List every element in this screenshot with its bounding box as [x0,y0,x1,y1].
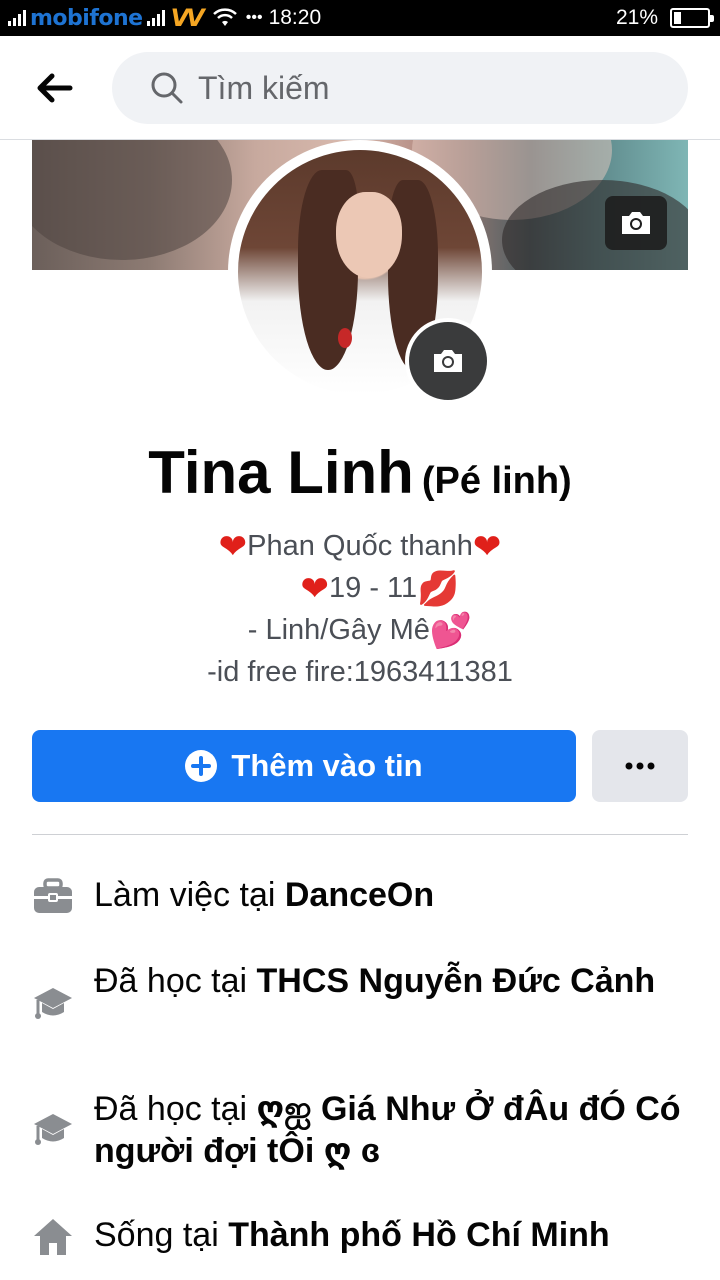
heart-emoji: ❤ [300,569,330,609]
add-to-story-label: Thêm vào tin [231,748,423,783]
wifi-icon [212,8,237,26]
search-input[interactable] [198,69,598,107]
profile-name: Tina Linh [148,439,414,506]
bio-line-1: ❤Phan Quốc thanh❤ [0,526,720,568]
heart-emoji: ❤ [472,527,502,567]
bio-text-2: 19 - 11 [329,572,418,604]
signal-icon [8,10,26,26]
battery-fill [674,12,681,24]
kiss-emoji: 💋 [417,569,460,609]
heart-emoji: ❤ [218,527,248,567]
bio-line-4: -id free fire:1963411381 [207,656,513,688]
profile-bio: ❤Phan Quốc thanh❤ ❤19 - 11💋 - Linh/Gây M… [0,526,720,693]
detail-lives-in: Sống tại Thành phố Hồ Chí Minh [32,1214,692,1258]
detail-education-1: Đã học tại THCS Nguyễn Đức Cảnh [32,960,692,1024]
more-dots-icon [625,762,655,770]
battery-icon [670,8,714,28]
profile-name-row: Tina Linh (Pé linh) [0,438,720,507]
add-to-story-button[interactable]: Thêm vào tin [32,730,576,802]
section-divider [32,834,688,835]
more-options-button[interactable] [592,730,688,802]
detail-work-text: Làm việc tại DanceOn [94,876,435,914]
status-bar: mobifone VV ••• 18:20 21% [0,0,720,36]
search-bar[interactable] [112,52,688,124]
bio-line-2: ❤19 - 11💋 [0,568,720,610]
carrier-2-logo: VV [170,4,205,32]
graduation-cap-icon [34,988,72,1019]
detail-education-2: Đã học tại ღஐ Giá Như Ở đÂu đÓ Có người … [32,1088,692,1172]
search-icon [151,72,183,104]
detail-education-2-text: Đã học tại ღஐ Giá Như Ở đÂu đÓ Có người … [94,1090,681,1170]
back-button[interactable] [30,66,80,110]
status-dots: ••• [245,9,263,26]
camera-icon [434,350,462,372]
city: Thành phố Hồ Chí Minh [228,1216,610,1254]
carrier-name: mobifone [30,5,143,31]
signal-icon-2 [146,10,165,26]
two-hearts-emoji: 💕 [429,611,473,651]
back-arrow-icon [37,73,73,103]
detail-lives-in-text: Sống tại Thành phố Hồ Chí Minh [94,1216,610,1254]
bio-text-1: Phan Quốc thanh [247,530,473,562]
plus-circle-icon [185,750,218,782]
graduation-cap-icon [34,1114,72,1145]
detail-education-1-text: Đã học tại THCS Nguyễn Đức Cảnh [94,962,656,1000]
profile-nickname: (Pé linh) [421,460,572,502]
status-time: 18:20 [268,6,322,29]
camera-icon [622,212,650,234]
detail-work: Làm việc tại DanceOn [32,874,692,918]
home-icon [34,1219,72,1255]
top-bar [0,36,720,140]
workplace: DanceOn [284,876,435,914]
avatar-camera-button[interactable] [405,318,491,404]
bio-text-3: - Linh/Gây Mê [247,614,430,646]
bio-line-3: - Linh/Gây Mê💕 [0,610,720,652]
cover-camera-button[interactable] [605,196,667,250]
briefcase-icon [34,878,72,913]
school-1: THCS Nguyễn Đức Cảnh [256,962,656,1000]
battery-percent: 21% [615,6,658,29]
